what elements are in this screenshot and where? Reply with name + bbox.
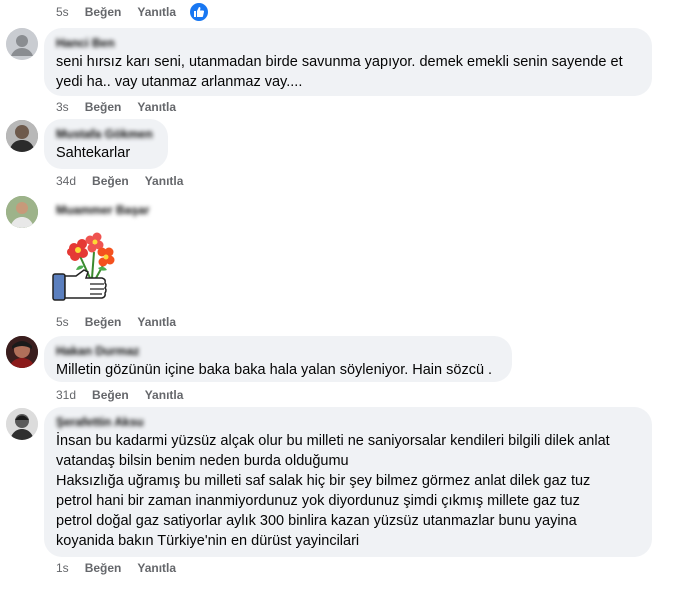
default-user-icon bbox=[6, 28, 38, 60]
reply-button[interactable]: Yanıtla bbox=[145, 174, 184, 188]
comment-actions: 1s Beğen Yanıtla bbox=[56, 561, 192, 575]
comment-bubble: Hanci Ben seni hırsız karı seni, utanmad… bbox=[44, 28, 652, 96]
reply-button[interactable]: Yanıtla bbox=[137, 561, 176, 575]
comment-actions: 34d Beğen Yanıtla bbox=[56, 174, 199, 188]
comment-timestamp[interactable]: 31d bbox=[56, 388, 76, 402]
comment-author[interactable]: Muammer Başar bbox=[56, 203, 149, 217]
comment-text: İnsan bu kadarmi yüzsüz alçak olur bu mi… bbox=[56, 433, 610, 549]
comment-bubble: Şerafettin Aksu İnsan bu kadarmi yüzsüz … bbox=[44, 407, 652, 557]
user-photo-icon bbox=[6, 408, 38, 440]
like-button[interactable]: Beğen bbox=[85, 5, 122, 19]
reply-button[interactable]: Yanıtla bbox=[145, 388, 184, 402]
comment-bubble: Mustafa Gökmen Sahtekarlar bbox=[44, 119, 168, 169]
like-button[interactable]: Beğen bbox=[85, 100, 122, 114]
like-button[interactable]: Beğen bbox=[92, 388, 129, 402]
like-button[interactable]: Beğen bbox=[85, 561, 122, 575]
comment-timestamp[interactable]: 1s bbox=[56, 561, 69, 575]
user-photo-icon bbox=[6, 196, 38, 228]
like-reaction-badge[interactable] bbox=[188, 1, 210, 23]
comment-timestamp[interactable]: 34d bbox=[56, 174, 76, 188]
like-button[interactable]: Beğen bbox=[92, 174, 129, 188]
comment-text: Milletin gözünün içine baka baka hala ya… bbox=[56, 362, 493, 378]
comment-actions: 5s Beğen Yanıtla bbox=[56, 315, 192, 329]
like-icon bbox=[194, 7, 205, 17]
avatar[interactable] bbox=[6, 196, 38, 228]
comment-timestamp[interactable]: 3s bbox=[56, 100, 69, 114]
comment-timestamp[interactable]: 5s bbox=[56, 315, 69, 329]
comment-actions: 5s Beğen Yanıtla bbox=[56, 5, 192, 19]
user-photo-icon bbox=[6, 120, 38, 152]
comment-actions: 31d Beğen Yanıtla bbox=[56, 388, 199, 402]
comment-author[interactable]: Mustafa Gökmen bbox=[56, 127, 156, 141]
reply-button[interactable]: Yanıtla bbox=[137, 315, 176, 329]
comment-text: seni hırsız karı seni, utanmadan birde s… bbox=[56, 54, 623, 90]
avatar[interactable] bbox=[6, 408, 38, 440]
comment-author[interactable]: Şerafettin Aksu bbox=[56, 415, 640, 429]
comment-timestamp[interactable]: 5s bbox=[56, 5, 69, 19]
avatar[interactable] bbox=[6, 336, 38, 368]
reply-button[interactable]: Yanıtla bbox=[137, 100, 176, 114]
avatar[interactable] bbox=[6, 120, 38, 152]
avatar[interactable] bbox=[6, 28, 38, 60]
comment-author[interactable]: Hanci Ben bbox=[56, 36, 640, 50]
reply-button[interactable]: Yanıtla bbox=[137, 5, 176, 19]
comment-author[interactable]: Hakan Durmaz bbox=[56, 344, 500, 358]
comment-bubble: Hakan Durmaz Milletin gözünün içine baka… bbox=[44, 336, 512, 382]
like-button[interactable]: Beğen bbox=[85, 315, 122, 329]
flower-thumbs-up-sticker bbox=[50, 230, 120, 304]
comment-actions: 3s Beğen Yanıtla bbox=[56, 100, 192, 114]
user-photo-icon bbox=[6, 336, 38, 368]
comment-text: Sahtekarlar bbox=[56, 145, 131, 161]
